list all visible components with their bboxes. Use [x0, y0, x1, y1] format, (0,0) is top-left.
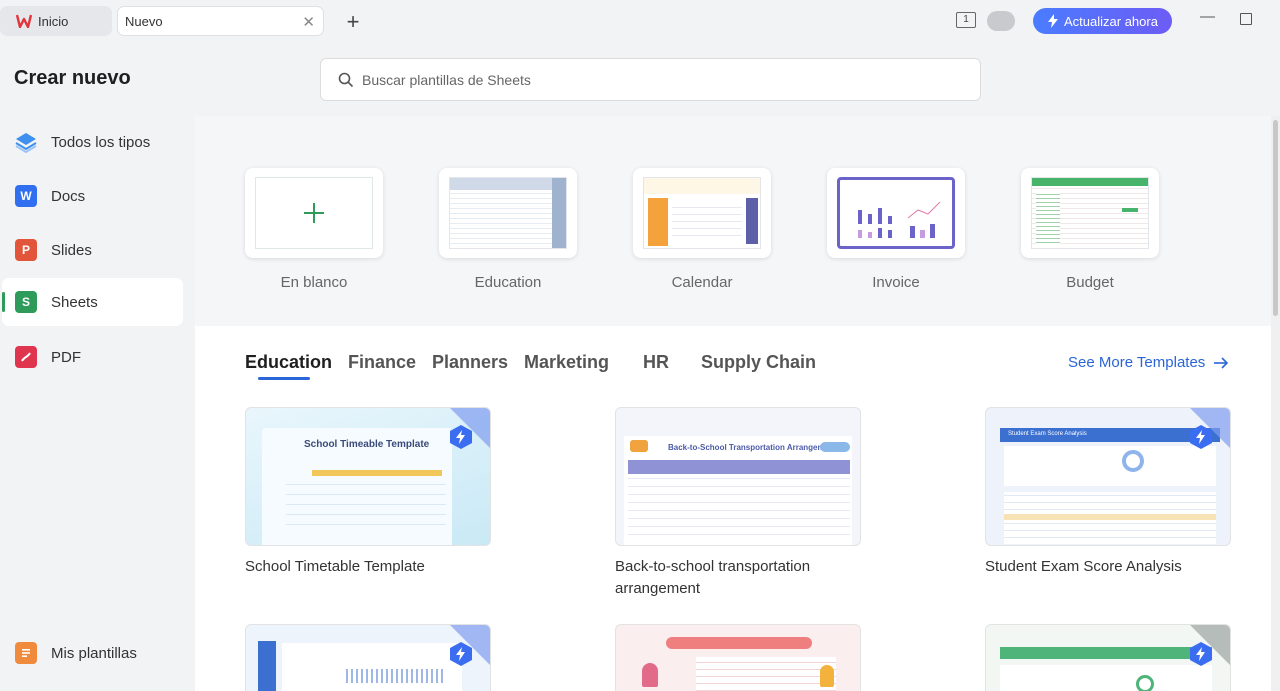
window-counter-icon[interactable]: 1: [956, 12, 976, 28]
category-card-blank[interactable]: [245, 168, 383, 258]
plus-icon: [304, 203, 324, 223]
education-thumbnail: [449, 177, 567, 249]
sidebar-item-sheets[interactable]: S Sheets: [2, 278, 183, 326]
slides-icon: P: [15, 239, 37, 261]
template-title[interactable]: Back-to-school transportation arrangemen…: [615, 556, 875, 600]
cloud-icon[interactable]: [987, 11, 1015, 31]
sidebar-item-label: Mis plantillas: [51, 644, 137, 662]
search-input[interactable]: [362, 71, 962, 88]
lightning-icon: [1048, 14, 1059, 28]
sidebar-item-slides[interactable]: P Slides: [2, 226, 183, 274]
sidebar-item-all-types[interactable]: Todos los tipos: [2, 118, 183, 166]
template-card-attendance[interactable]: [245, 624, 491, 691]
category-section: En blanco Education Calendar Invoice Bud…: [195, 116, 1271, 326]
scrollbar-thumb[interactable]: [1273, 120, 1278, 316]
invoice-thumbnail: [837, 177, 955, 249]
sidebar-item-label: Slides: [51, 241, 92, 259]
title-bar: Inicio Nuevo ✕ + 1 Actualizar ahora —: [0, 0, 1280, 44]
see-more-label: See More Templates: [1068, 354, 1206, 371]
sidebar: Crear nuevo Todos los tipos W Docs P Sli…: [0, 44, 195, 691]
tab-home-label: Inicio: [38, 13, 69, 29]
category-label: Budget: [1066, 274, 1114, 291]
sheets-icon: S: [15, 291, 37, 313]
see-more-templates-link[interactable]: See More Templates: [1068, 354, 1229, 371]
tab-new[interactable]: Nuevo ✕: [117, 6, 324, 36]
template-card-exam-score-2[interactable]: [985, 624, 1231, 691]
layers-icon: [15, 131, 37, 153]
tab-finance[interactable]: Finance: [348, 352, 416, 373]
template-card-transportation[interactable]: Back-to-School Transportation Arrangemen…: [615, 407, 861, 546]
tab-planners[interactable]: Planners: [432, 352, 508, 373]
close-icon[interactable]: ✕: [302, 13, 315, 31]
tab-new-label: Nuevo: [125, 13, 163, 29]
thumb-heading: School Timeable Template: [304, 439, 430, 450]
category-label: Education: [474, 274, 542, 291]
search-box[interactable]: [320, 58, 981, 101]
sidebar-item-pdf[interactable]: PDF: [2, 333, 183, 381]
wps-logo-icon: [16, 14, 32, 28]
sidebar-item-label: PDF: [51, 348, 81, 366]
thumb-heading: Back-to-School Transportation Arrangemen…: [668, 443, 837, 452]
budget-thumbnail: [1031, 177, 1149, 249]
category-card-invoice[interactable]: [827, 168, 965, 258]
category-card-calendar[interactable]: [633, 168, 771, 258]
premium-badge-icon: [450, 425, 472, 449]
sidebar-item-label: Docs: [51, 187, 86, 205]
sidebar-item-label: Sheets: [51, 293, 98, 311]
sidebar-item-docs[interactable]: W Docs: [2, 172, 183, 220]
templates-icon: [15, 642, 37, 664]
category-label: Invoice: [872, 274, 920, 291]
upgrade-button[interactable]: Actualizar ahora: [1033, 8, 1172, 34]
tab-education[interactable]: Education: [245, 352, 332, 373]
upgrade-label: Actualizar ahora: [1064, 13, 1158, 29]
premium-badge-icon: [450, 642, 472, 666]
template-card-exam-score[interactable]: Student Exam Score Analysis: [985, 407, 1231, 546]
tab-home[interactable]: Inicio: [0, 6, 112, 36]
template-title[interactable]: School Timetable Template: [245, 556, 505, 578]
tab-supply-chain[interactable]: Supply Chain: [701, 352, 816, 373]
restore-icon[interactable]: [1240, 13, 1252, 25]
calendar-thumbnail: [643, 177, 761, 249]
docs-icon: W: [15, 185, 37, 207]
premium-badge-icon: [1190, 425, 1212, 449]
template-card-course-calendar[interactable]: [615, 624, 861, 691]
active-tab-indicator: [258, 377, 310, 380]
category-label: En blanco: [280, 274, 348, 291]
tab-hr[interactable]: HR: [643, 352, 669, 373]
premium-badge-icon: [1190, 642, 1212, 666]
arrow-right-icon: [1214, 356, 1229, 369]
minimize-icon[interactable]: —: [1200, 8, 1215, 25]
category-label: Calendar: [671, 274, 733, 291]
sidebar-item-label: Todos los tipos: [51, 133, 151, 151]
search-icon: [338, 72, 354, 87]
sidebar-item-my-templates[interactable]: Mis plantillas: [2, 629, 183, 677]
category-card-budget[interactable]: [1021, 168, 1159, 258]
template-title[interactable]: Student Exam Score Analysis: [985, 556, 1245, 578]
blank-thumbnail: [255, 177, 373, 249]
category-card-education[interactable]: [439, 168, 577, 258]
thumb-heading: Student Exam Score Analysis: [1008, 431, 1087, 437]
sidebar-title: Crear nuevo: [14, 67, 131, 89]
pdf-icon: [15, 346, 37, 368]
new-tab-button[interactable]: +: [343, 9, 363, 35]
template-card-school-timetable[interactable]: School Timeable Template: [245, 407, 491, 546]
tab-marketing[interactable]: Marketing: [524, 352, 609, 373]
